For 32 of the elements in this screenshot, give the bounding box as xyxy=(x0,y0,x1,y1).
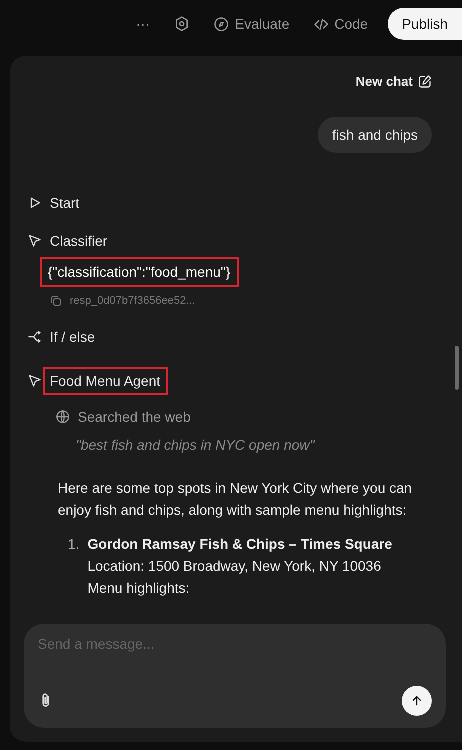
copy-icon[interactable] xyxy=(50,295,62,307)
step-title: Start xyxy=(50,195,80,211)
new-chat-button[interactable]: New chat xyxy=(356,74,432,89)
classifier-output: {"classification":"food_menu"} xyxy=(40,257,239,287)
evaluate-button[interactable]: Evaluate xyxy=(206,12,298,36)
settings-icon xyxy=(174,16,190,32)
pointer-icon xyxy=(28,234,42,248)
play-icon xyxy=(28,196,42,210)
answer-paragraph: Here are some top spots in New York City where you can enjoy fish and chips, along with sample menu highlights: xyxy=(58,479,414,520)
detail-line: Location: 1500 Broadway, New York, NY 10036 xyxy=(88,557,382,576)
edit-icon xyxy=(418,74,432,88)
send-button[interactable] xyxy=(402,686,432,716)
list-number: 1. xyxy=(68,535,80,554)
step-title: If / else xyxy=(50,329,96,345)
search-query: "best fish and chips in NYC open now" xyxy=(76,437,316,453)
more-button[interactable]: ··· xyxy=(128,12,158,36)
search-status: Searched the web xyxy=(78,409,191,425)
globe-icon xyxy=(56,410,70,424)
code-button[interactable]: Code xyxy=(306,12,376,36)
restaurant-name: Gordon Ramsay Fish & Chips – Times Square xyxy=(88,535,392,554)
publish-button[interactable]: Publish xyxy=(388,8,462,40)
code-icon xyxy=(314,16,329,32)
arrow-up-icon xyxy=(410,694,424,708)
branch-icon xyxy=(28,330,42,344)
pointer-icon xyxy=(28,374,42,388)
step-title: Classifier xyxy=(50,233,108,249)
user-message: fish and chips xyxy=(318,117,432,153)
detail-line: Menu highlights: xyxy=(88,579,191,598)
step-title: Food Menu Agent xyxy=(43,367,168,395)
response-id: resp_0d07b7f3656ee52... xyxy=(70,295,196,307)
scrollbar-thumb[interactable] xyxy=(455,346,459,390)
compass-icon xyxy=(214,16,230,32)
